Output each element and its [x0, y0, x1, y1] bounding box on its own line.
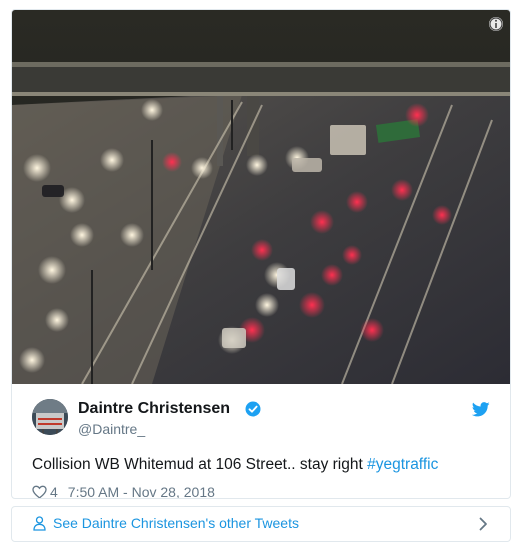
like-count: 4: [50, 484, 58, 499]
heart-icon[interactable]: [32, 485, 47, 499]
avatar-image: [32, 399, 68, 435]
tweet-text: Collision WB Whitemud at 106 Street.. st…: [32, 456, 438, 474]
verified-badge-icon: [245, 401, 261, 417]
traffic-photo-image: [12, 10, 510, 384]
info-icon[interactable]: [488, 16, 504, 32]
avatar[interactable]: [32, 399, 68, 435]
author-handle[interactable]: @Daintre_: [78, 421, 145, 437]
twitter-bird-icon[interactable]: [472, 402, 490, 417]
tweet-body: Daintre Christensen @Daintre_ Collision …: [12, 384, 510, 498]
tweet-text-body: Collision WB Whitemud at 106 Street.. st…: [32, 456, 368, 473]
hashtag-link[interactable]: #yegtraffic: [367, 456, 438, 473]
person-icon: [33, 516, 46, 531]
tweet-timestamp[interactable]: 7:50 AM - Nov 28, 2018: [68, 484, 215, 498]
other-tweets-label[interactable]: See Daintre Christensen's other Tweets: [53, 515, 299, 531]
author-name[interactable]: Daintre Christensen: [78, 400, 230, 418]
traffic-camera-photo[interactable]: [12, 10, 510, 384]
embedded-tweet-card: Daintre Christensen @Daintre_ Collision …: [11, 9, 511, 499]
tweet-meta: 4 7:50 AM - Nov 28, 2018: [32, 484, 215, 499]
other-tweets-link[interactable]: See Daintre Christensen's other Tweets: [11, 506, 511, 542]
chevron-right-icon: [479, 517, 487, 531]
